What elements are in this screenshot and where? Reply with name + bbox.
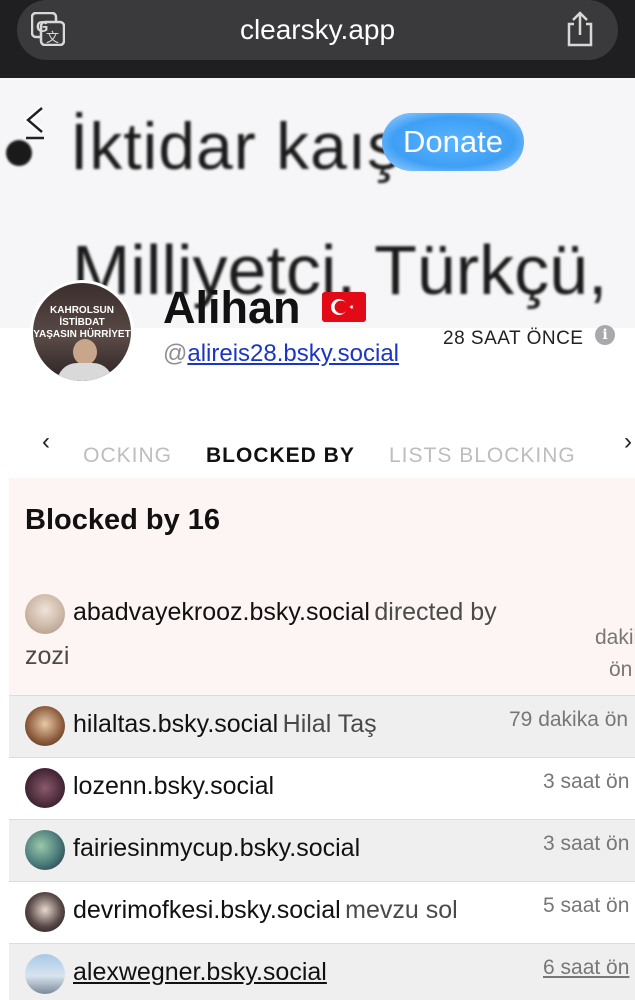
- profile-avatar[interactable]: KAHROLSUN İSTİBDAT YAŞASIN HÜRRİYET: [30, 280, 134, 384]
- profile-handle-link[interactable]: alireis28.bsky.social: [187, 340, 399, 367]
- tab-blocking[interactable]: BLOCKING: [82, 444, 172, 468]
- banner-text-line1: İktidar kaışı: [70, 109, 421, 183]
- row-text: alexwegner.bsky.social: [73, 958, 327, 987]
- user-avatar[interactable]: [25, 954, 65, 994]
- user-handle[interactable]: devrimofkesi.bsky.social: [73, 896, 341, 924]
- list-item[interactable]: abadvayekrooz.bsky.social directed by zo…: [9, 578, 635, 696]
- list-item[interactable]: fairiesinmycup.bsky.social 3 saat ön: [9, 820, 635, 882]
- tab-prev-arrow[interactable]: ‹: [42, 428, 50, 456]
- address-bar[interactable]: G 文 clearsky.app: [17, 0, 618, 60]
- user-handle[interactable]: alexwegner.bsky.social: [73, 958, 327, 986]
- tab-blocked-by[interactable]: BLOCKED BY: [206, 444, 355, 468]
- user-display-name: mevzu sol: [345, 896, 458, 924]
- row-time-line1: dakik: [595, 626, 635, 649]
- blocked-by-panel: Blocked by 16 abadvayekrooz.bsky.social …: [9, 478, 635, 1000]
- user-avatar[interactable]: [25, 830, 65, 870]
- avatar-face: [73, 339, 97, 365]
- turkey-flag-icon: [322, 292, 366, 322]
- avatar-caption: KAHROLSUN İSTİBDAT YAŞASIN HÜRRİYET: [33, 305, 131, 341]
- user-handle[interactable]: fairiesinmycup.bsky.social: [73, 834, 360, 862]
- tab-lists-blocking[interactable]: LISTS BLOCKING: [389, 444, 576, 468]
- row-time: 6 saat ön: [543, 956, 630, 979]
- donate-button[interactable]: Donate: [382, 113, 524, 171]
- row-text: fairiesinmycup.bsky.social: [73, 834, 360, 863]
- row-text: hilaltas.bsky.social Hilal Taş: [73, 710, 377, 739]
- handle-prefix: @: [163, 340, 188, 367]
- user-handle[interactable]: abadvayekrooz.bsky.social: [73, 598, 370, 626]
- browser-toolbar: G 文 clearsky.app: [0, 0, 635, 78]
- row-time: 79 dakika ön: [509, 708, 629, 731]
- list-item[interactable]: hilaltas.bsky.social Hilal Taş 79 dakika…: [9, 696, 635, 758]
- user-avatar[interactable]: [25, 706, 65, 746]
- profile-timestamp: 28 SAAT ÖNCE: [443, 328, 584, 349]
- back-arrow-icon[interactable]: [22, 104, 48, 140]
- row-text: devrimofkesi.bsky.social mevzu sol: [73, 896, 458, 925]
- info-icon[interactable]: i: [595, 325, 615, 345]
- profile-handle-line: @alireis28.bsky.social: [163, 340, 399, 368]
- row-time: 5 saat ön: [543, 894, 630, 917]
- list-item[interactable]: alexwegner.bsky.social 6 saat ön: [9, 944, 635, 1000]
- share-icon[interactable]: [564, 10, 596, 48]
- avatar-caption-top: KAHROLSUN İSTİBDAT: [50, 305, 114, 328]
- banner-bullet: [6, 140, 32, 166]
- avatar-body: [57, 363, 113, 381]
- list-item[interactable]: devrimofkesi.bsky.social mevzu sol 5 saa…: [9, 882, 635, 944]
- row-time: 3 saat ön: [543, 832, 630, 855]
- user-avatar[interactable]: [25, 892, 65, 932]
- row-time-line2: ön: [609, 658, 633, 681]
- user-handle[interactable]: lozenn.bsky.social: [73, 772, 274, 800]
- user-handle[interactable]: hilaltas.bsky.social: [73, 710, 278, 738]
- row-text: lozenn.bsky.social: [73, 772, 274, 801]
- display-name: Alihan: [163, 282, 301, 333]
- list-item[interactable]: lozenn.bsky.social 3 saat ön: [9, 758, 635, 820]
- row-time: 3 saat ön: [543, 770, 630, 793]
- row-text: abadvayekrooz.bsky.social directed by zo…: [25, 592, 525, 680]
- tab-bar: ‹ BLOCKING BLOCKED BY LISTS BLOCKING ›: [0, 420, 635, 480]
- panel-title: Blocked by 16: [25, 504, 221, 536]
- url-text[interactable]: clearsky.app: [17, 14, 618, 46]
- user-avatar[interactable]: [25, 768, 65, 808]
- tab-next-arrow[interactable]: ›: [624, 428, 632, 456]
- user-display-name: Hilal Taş: [282, 710, 377, 738]
